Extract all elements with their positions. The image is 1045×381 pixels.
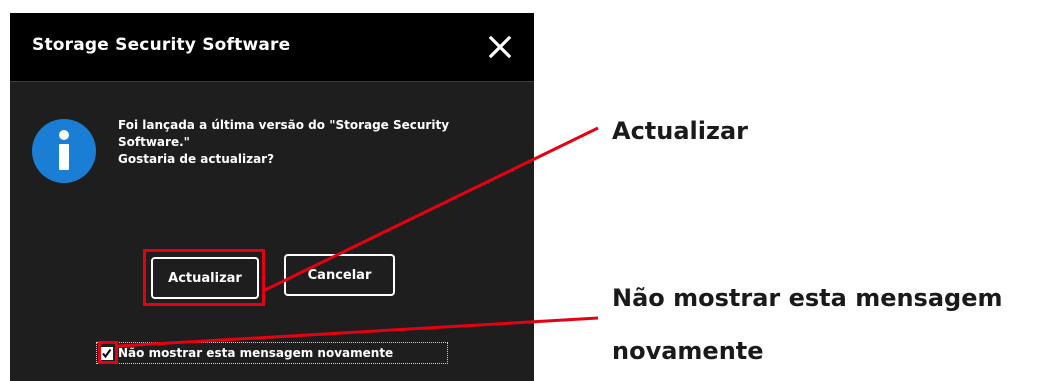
update-dialog: Storage Security Software Foi lançada a … — [10, 13, 534, 381]
dialog-title: Storage Security Software — [32, 35, 291, 55]
callout-dont-show-label: Não mostrar esta mensagem novamente — [612, 272, 1003, 378]
update-button[interactable]: Actualizar — [151, 257, 259, 299]
close-button[interactable] — [486, 33, 514, 61]
dont-show-again-option[interactable]: Não mostrar esta mensagem novamente — [96, 342, 448, 364]
message-line: Software." — [118, 135, 190, 149]
message-line: Gostaria de actualizar? — [118, 152, 275, 166]
dont-show-again-label: Não mostrar esta mensagem novamente — [118, 346, 394, 360]
message-line: Foi lançada a última versão do "Storage … — [118, 118, 450, 132]
callout-dont-show-line: novamente — [612, 337, 764, 365]
dialog-titlebar: Storage Security Software — [10, 13, 534, 82]
close-icon — [488, 35, 512, 59]
dont-show-again-checkbox[interactable] — [100, 346, 113, 360]
callout-dont-show-line: Não mostrar esta mensagem — [612, 284, 1003, 312]
callout-update-label: Actualizar — [612, 117, 749, 145]
dialog-message: Foi lançada a última versão do "Storage … — [118, 117, 478, 168]
info-icon — [31, 118, 97, 184]
cancel-button[interactable]: Cancelar — [284, 254, 395, 296]
checkmark-icon — [102, 348, 112, 358]
